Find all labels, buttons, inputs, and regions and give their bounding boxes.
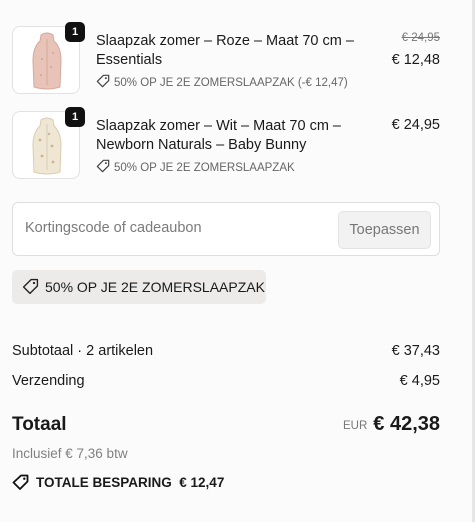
quantity-badge: 1 (65, 22, 85, 42)
tag-icon (22, 278, 39, 295)
cart-item: 1 Slaapzak zomer – Roze – Maat 70 cm – E… (12, 22, 440, 96)
currency-code: EUR (343, 420, 368, 432)
product-title: Slaapzak zomer – Wit – Maat 70 cm – Newb… (96, 118, 341, 153)
savings-value: € 12,47 (179, 475, 225, 490)
applied-discount-chip[interactable]: 50% OP JE 2E ZOMERSLAAPZAK (12, 270, 266, 304)
original-price: € 24,95 (401, 32, 440, 44)
tax-note: Inclusief € 7,36 btw (12, 446, 128, 461)
product-title: Slaapzak zomer – Roze – Maat 70 cm – Ess… (96, 33, 354, 68)
tag-icon (96, 159, 110, 173)
item-discount: 50% OP JE 2E ZOMERSLAAPZAK (96, 159, 295, 174)
total-savings: TOTALE BESPARING € 12,47 (12, 474, 224, 490)
savings-label: TOTALE BESPARING (36, 475, 172, 490)
item-discount-label: 50% OP JE 2E ZOMERSLAAPZAK (114, 162, 295, 174)
subtotal-label: Subtotaal · 2 artikelen (12, 343, 154, 359)
product-price: € 12,48 (391, 52, 440, 68)
tag-icon (12, 474, 29, 490)
shipping-label: Verzending (12, 373, 85, 389)
apply-button[interactable]: Toepassen (338, 211, 431, 249)
discount-code-input[interactable]: Kortingscode of cadeaubon (25, 220, 202, 236)
subtotal-value: € 37,43 (391, 343, 440, 359)
shipping-value: € 4,95 (399, 373, 440, 389)
item-discount-label: 50% OP JE 2E ZOMERSLAAPZAK (-€ 12,47) (114, 77, 348, 89)
applied-discount-label: 50% OP JE 2E ZOMERSLAAPZAK (45, 279, 265, 295)
item-discount: 50% OP JE 2E ZOMERSLAAPZAK (-€ 12,47) (96, 74, 348, 89)
product-price: € 24,95 (391, 117, 440, 133)
tag-icon (96, 74, 110, 88)
discount-code-box: Kortingscode of cadeaubon Toepassen (12, 202, 440, 256)
quantity-badge: 1 (65, 107, 85, 127)
total-label: Totaal (12, 414, 67, 435)
total-value: € 42,38 (373, 413, 440, 435)
cart-item: 1 Slaapzak zomer – Wit – Maat 70 cm – Ne… (12, 107, 440, 181)
